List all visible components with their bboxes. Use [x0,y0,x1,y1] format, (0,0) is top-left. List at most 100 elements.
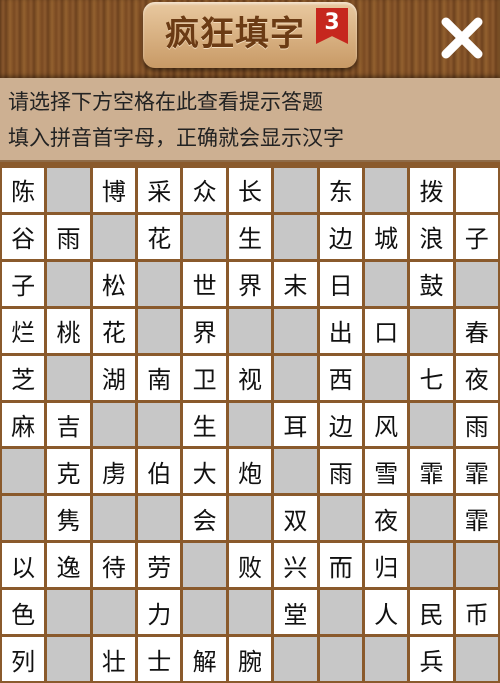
grid-cell[interactable]: 众 [183,168,226,212]
grid-cell[interactable]: 雨 [455,402,498,447]
grid-cell-blocked [47,168,90,212]
grid-cell[interactable]: 博 [92,168,136,212]
grid-cell[interactable]: 七 [410,355,453,400]
grid-cell[interactable]: 卫 [183,355,226,400]
grid-cell[interactable]: 芝 [2,355,45,400]
grid-cell-blocked [455,637,498,681]
grid-cell[interactable]: 逸 [47,543,90,588]
grid-cell[interactable]: 夜 [364,496,408,541]
grid-cell-blocked [92,590,136,635]
grid-cell[interactable]: 花 [92,308,136,353]
grid-cell[interactable]: 出 [319,308,362,353]
grid-cell[interactable]: 炮 [228,449,272,494]
grid-cell[interactable]: 兴 [274,543,317,588]
grid-cell[interactable]: 子 [455,214,498,259]
grid-cell[interactable]: 拨 [410,168,453,212]
grid-cell[interactable]: 吉 [47,402,90,447]
grid-cell-blocked [410,402,453,447]
grid-cell[interactable]: 雨 [319,449,362,494]
grid-cell-blocked [319,496,362,541]
grid-cell[interactable]: 腕 [228,637,272,681]
grid-cell-blocked [47,261,90,306]
grid-cell[interactable]: 湖 [92,355,136,400]
grid-cell[interactable]: 耳 [274,402,317,447]
grid-cell[interactable]: 伯 [138,449,181,494]
grid-cell-blocked [138,308,181,353]
grid-cell[interactable]: 麻 [2,402,45,447]
grid-cell[interactable]: 边 [319,214,362,259]
grid-cell[interactable]: 而 [319,543,362,588]
grid-cell[interactable]: 长 [228,168,272,212]
grid-cell[interactable]: 士 [138,637,181,681]
grid-cell[interactable]: 风 [364,402,408,447]
grid-cell[interactable]: 生 [183,402,226,447]
grid-cell-empty[interactable] [455,168,498,212]
grid-cell-blocked [228,590,272,635]
grid-cell[interactable]: 隽 [47,496,90,541]
grid-cell[interactable]: 大 [183,449,226,494]
grid-cell-blocked [47,637,90,681]
grid-cell[interactable]: 界 [183,308,226,353]
grid-cell[interactable]: 桃 [47,308,90,353]
grid-cell-blocked [228,402,272,447]
grid-cell[interactable]: 列 [2,637,45,681]
grid-cell[interactable]: 币 [455,590,498,635]
grid-cell[interactable]: 雨 [47,214,90,259]
grid-cell[interactable]: 花 [138,214,181,259]
grid-cell[interactable]: 东 [319,168,362,212]
grid-cell[interactable]: 兵 [410,637,453,681]
grid-cell[interactable]: 谷 [2,214,45,259]
grid-cell[interactable]: 虏 [92,449,136,494]
hint-panel: 请选择下方空格在此查看提示答题 填入拼音首字母，正确就会显示汉字 [0,78,500,162]
grid-cell-blocked [455,543,498,588]
grid-cell[interactable]: 解 [183,637,226,681]
grid-cell[interactable]: 南 [138,355,181,400]
grid-cell[interactable]: 力 [138,590,181,635]
close-icon [441,17,483,59]
grid-cell[interactable]: 双 [274,496,317,541]
grid-cell[interactable]: 败 [228,543,272,588]
grid-cell[interactable]: 子 [2,261,45,306]
grid-cell[interactable]: 待 [92,543,136,588]
grid-cell[interactable]: 浪 [410,214,453,259]
grid-cell[interactable]: 克 [47,449,90,494]
grid-cell[interactable]: 霏 [455,449,498,494]
grid-cell[interactable]: 壮 [92,637,136,681]
grid-cell[interactable]: 人 [364,590,408,635]
grid-cell[interactable]: 城 [364,214,408,259]
grid-cell[interactable]: 日 [319,261,362,306]
grid-cell[interactable]: 口 [364,308,408,353]
grid-cell-blocked [138,261,181,306]
grid-cell[interactable]: 堂 [274,590,317,635]
grid-cell[interactable]: 会 [183,496,226,541]
grid-cell[interactable]: 烂 [2,308,45,353]
top-bar: 疯狂填字 3 [0,0,500,78]
close-button[interactable] [438,14,486,62]
grid-cell[interactable]: 春 [455,308,498,353]
grid-cell-blocked [364,168,408,212]
grid-cell[interactable]: 霏 [455,496,498,541]
grid-cell[interactable]: 末 [274,261,317,306]
grid-cell[interactable]: 归 [364,543,408,588]
grid-cell[interactable]: 以 [2,543,45,588]
grid-cell[interactable]: 西 [319,355,362,400]
grid-cell[interactable]: 陈 [2,168,45,212]
grid-cell-blocked [92,402,136,447]
grid-cell[interactable]: 鼓 [410,261,453,306]
grid-cell-blocked [92,496,136,541]
grid-cell[interactable]: 世 [183,261,226,306]
grid-cell-blocked [274,168,317,212]
grid-cell[interactable]: 劳 [138,543,181,588]
grid-cell[interactable]: 夜 [455,355,498,400]
grid-cell[interactable]: 霏 [410,449,453,494]
grid-cell[interactable]: 雪 [364,449,408,494]
grid-cell[interactable]: 民 [410,590,453,635]
grid-cell[interactable]: 采 [138,168,181,212]
grid-cell[interactable]: 边 [319,402,362,447]
grid-cell[interactable]: 生 [228,214,272,259]
grid-cell[interactable]: 色 [2,590,45,635]
grid-cell[interactable]: 松 [92,261,136,306]
grid-cell-blocked [2,449,45,494]
grid-cell[interactable]: 界 [228,261,272,306]
grid-cell[interactable]: 视 [228,355,272,400]
